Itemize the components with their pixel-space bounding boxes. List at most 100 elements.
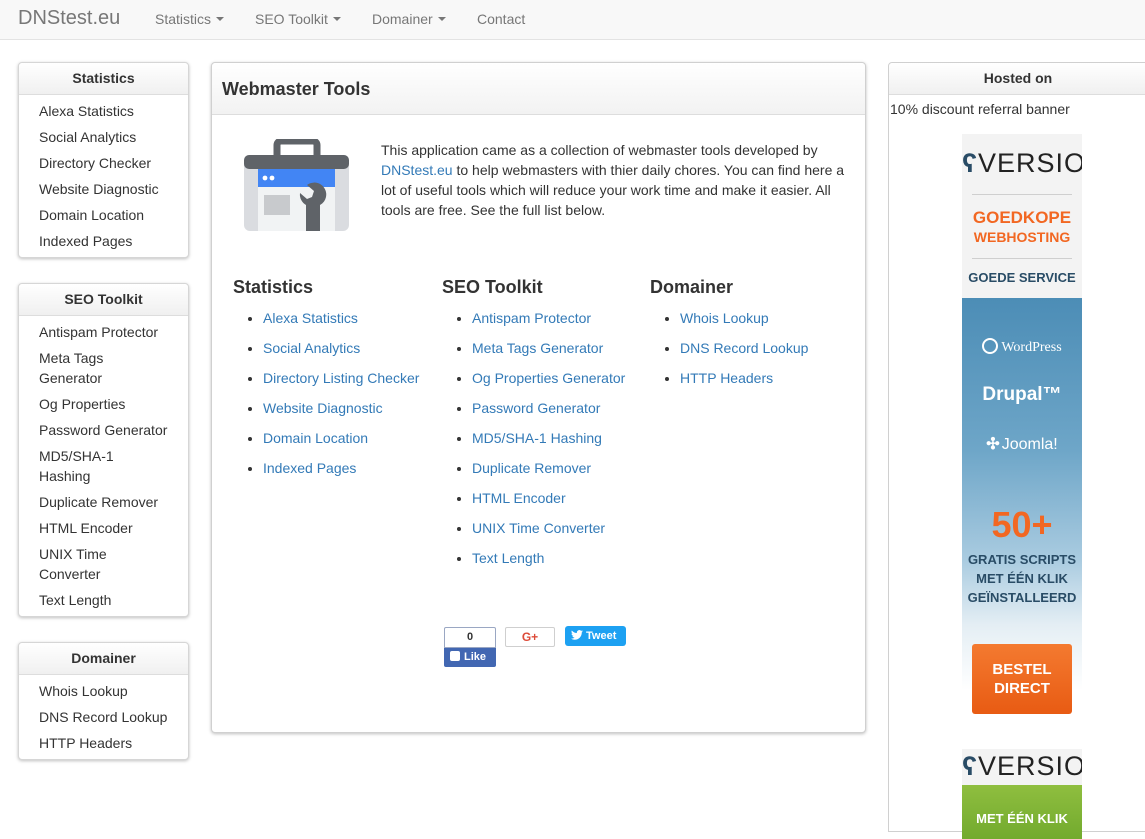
nav-label: SEO Toolkit: [255, 11, 328, 27]
tool-link[interactable]: Domain Location: [263, 430, 368, 446]
cms-name: Joomla!: [1001, 436, 1058, 453]
nav-label: Statistics: [155, 11, 212, 27]
dnstest-link[interactable]: DNStest.eu: [381, 162, 453, 178]
nav-domainer[interactable]: Domainer: [372, 11, 446, 27]
versio-banner-2[interactable]: ʕVERSIO MET ÉÉN KLIK: [962, 749, 1082, 839]
nav-contact[interactable]: Contact: [477, 11, 525, 27]
sidebar-item[interactable]: Meta Tags Generator: [39, 348, 129, 388]
sidebar-panel-seo-toolkit: SEO Toolkit Antispam Protector Meta Tags…: [18, 283, 189, 617]
tools-column-seo-toolkit: SEO Toolkit Antispam Protector Meta Tags…: [442, 276, 647, 578]
tool-link[interactable]: Social Analytics: [263, 340, 360, 356]
cms-name: WordPress: [1001, 340, 1062, 355]
brand-link[interactable]: DNStest.eu: [18, 7, 120, 30]
sidebar-item[interactable]: Duplicate Remover: [39, 492, 188, 512]
tool-link[interactable]: Duplicate Remover: [472, 460, 591, 476]
versio-banner[interactable]: ʕVERSIO GOEDKOPE WEBHOSTING GOEDE SERVIC…: [962, 134, 1082, 734]
twitter-bird-icon: [571, 630, 583, 640]
caret-down-icon: [437, 17, 446, 22]
column-title: Domainer: [650, 277, 734, 297]
tool-link[interactable]: Directory Listing Checker: [263, 370, 419, 386]
facebook-like-button[interactable]: 0 Like: [444, 627, 496, 668]
sidebar-item[interactable]: Website Diagnostic: [39, 179, 188, 199]
divider: [972, 258, 1072, 259]
sidebar-item[interactable]: Alexa Statistics: [39, 101, 188, 121]
drupal-label: Drupal™: [982, 384, 1062, 405]
panel-list: Antispam Protector Meta Tags Generator O…: [19, 316, 188, 616]
list-item: Meta Tags Generator: [472, 338, 647, 358]
banner-big-number: 50+: [991, 504, 1053, 545]
banner-line1: GOEDKOPE: [972, 208, 1072, 227]
column-title: Statistics: [233, 277, 314, 297]
list-item: DNS Record Lookup: [680, 338, 855, 358]
tweet-button[interactable]: Tweet: [565, 626, 626, 646]
sidebar-item[interactable]: Directory Checker: [39, 153, 188, 173]
script-line: GEÏNSTALLEERD: [967, 590, 1077, 605]
sidebar-item[interactable]: Password Generator: [39, 420, 188, 440]
google-plus-button[interactable]: G+: [505, 627, 555, 647]
versio-logo-mark: ʕ: [962, 751, 979, 781]
list-item: Whois Lookup: [680, 308, 855, 328]
list-item: UNIX Time Converter: [472, 518, 647, 538]
caret-down-icon: [216, 17, 225, 22]
tool-link[interactable]: Alexa Statistics: [263, 310, 358, 326]
nav-seo-toolkit[interactable]: SEO Toolkit: [255, 11, 341, 27]
nav-statistics[interactable]: Statistics: [155, 11, 225, 27]
tool-link[interactable]: Website Diagnostic: [263, 400, 383, 416]
sidebar-item[interactable]: HTTP Headers: [39, 733, 188, 753]
tool-link[interactable]: HTTP Headers: [680, 370, 773, 386]
list-item: Alexa Statistics: [263, 308, 438, 328]
navbar: DNStest.eu Statistics SEO Toolkit Domain…: [0, 0, 1145, 40]
list-item: Social Analytics: [263, 338, 438, 358]
bestel-direct-button[interactable]: BESTEL DIRECT: [972, 644, 1072, 714]
sidebar-item[interactable]: Indexed Pages: [39, 231, 188, 251]
joomla-label: ✣ Joomla!: [962, 434, 1082, 454]
panel-title: Domainer: [19, 643, 188, 675]
sidebar-item[interactable]: DNS Record Lookup: [39, 707, 188, 727]
like-text: Like: [464, 651, 487, 663]
sidebar-item[interactable]: Social Analytics: [39, 127, 188, 147]
banner-service: GOEDE SERVICE: [968, 270, 1076, 285]
tool-link[interactable]: DNS Record Lookup: [680, 340, 808, 356]
sidebar-item[interactable]: HTML Encoder: [39, 518, 188, 538]
tweet-label: Tweet: [586, 630, 617, 642]
script-line: MET ÉÉN KLIK: [976, 571, 1068, 586]
panel-title: Statistics: [19, 63, 188, 95]
intro-part: This application came as a collection of…: [381, 142, 818, 158]
panel-list: Whois Lookup DNS Record Lookup HTTP Head…: [19, 675, 188, 759]
list-item: Website Diagnostic: [263, 398, 438, 418]
caret-down-icon: [332, 17, 341, 22]
list-item: Domain Location: [263, 428, 438, 448]
sidebar-item[interactable]: MD5/SHA-1 Hashing: [39, 446, 129, 486]
toolbox-icon: [244, 139, 349, 231]
tool-link[interactable]: HTML Encoder: [472, 490, 566, 506]
list-item: HTML Encoder: [472, 488, 647, 508]
like-label: Like: [444, 648, 496, 667]
tool-link[interactable]: Meta Tags Generator: [472, 340, 603, 356]
tool-link[interactable]: Indexed Pages: [263, 460, 356, 476]
list-item: Indexed Pages: [263, 458, 438, 478]
tool-link[interactable]: Og Properties Generator: [472, 370, 625, 386]
sidebar-item[interactable]: Whois Lookup: [39, 681, 188, 701]
tools-column-statistics: Statistics Alexa Statistics Social Analy…: [233, 276, 438, 488]
sidebar-item[interactable]: Og Properties: [39, 394, 188, 414]
panel-list: Alexa Statistics Social Analytics Direct…: [19, 95, 188, 257]
list-item: MD5/SHA-1 Hashing: [472, 428, 647, 448]
main-panel: Webmaster Tools This application came as…: [211, 62, 866, 733]
hosted-panel: Hosted on 10% discount referral banner ʕ…: [888, 62, 1145, 839]
tool-link[interactable]: Whois Lookup: [680, 310, 769, 326]
tool-link[interactable]: UNIX Time Converter: [472, 520, 605, 536]
list-item: Directory Listing Checker: [263, 368, 438, 388]
like-count: 0: [444, 627, 496, 648]
sidebar-item[interactable]: UNIX Time Converter: [39, 544, 129, 584]
hosted-title: Hosted on: [889, 63, 1145, 95]
sidebar-item[interactable]: Domain Location: [39, 205, 188, 225]
tool-link[interactable]: Antispam Protector: [472, 310, 591, 326]
versio-logo: ʕVERSIO: [962, 751, 1082, 782]
sidebar-item[interactable]: Antispam Protector: [39, 322, 188, 342]
list-item: Og Properties Generator: [472, 368, 647, 388]
tool-link[interactable]: MD5/SHA-1 Hashing: [472, 430, 602, 446]
sidebar-item[interactable]: Text Length: [39, 590, 188, 610]
tool-link[interactable]: Password Generator: [472, 400, 600, 416]
versio-logo: ʕVERSIO: [962, 148, 1082, 179]
tool-link[interactable]: Text Length: [472, 550, 544, 566]
